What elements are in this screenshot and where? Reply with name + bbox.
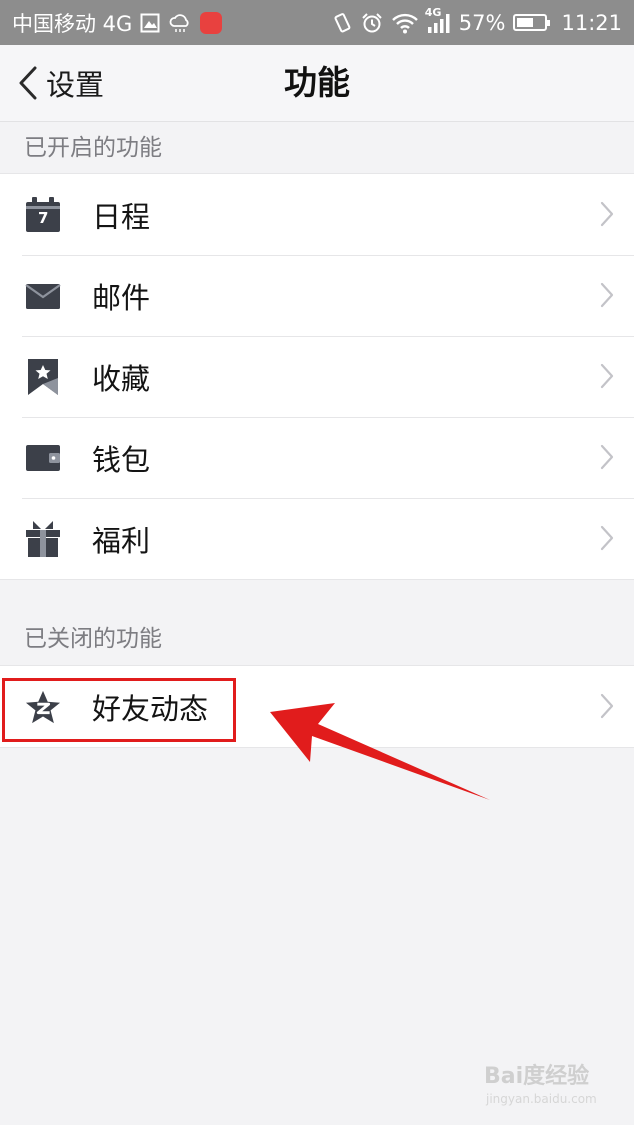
disabled-section-header: 已关闭的功能	[24, 626, 162, 652]
chevron-right-icon	[600, 444, 614, 474]
feature-row-benefits[interactable]: 福利	[0, 498, 634, 579]
network-type-label: 4G	[424, 5, 442, 19]
watermark-url: jingyan.baidu.com	[486, 1092, 597, 1106]
wallet-icon	[25, 439, 61, 477]
feature-label-friend-feed: 好友动态	[92, 691, 209, 726]
feature-row-schedule[interactable]: 7 日程	[0, 174, 634, 255]
vibrate-icon	[331, 12, 353, 34]
enabled-section-header: 已开启的功能	[24, 135, 162, 161]
carrier-label: 中国移动 4G	[12, 11, 133, 36]
mail-icon	[25, 277, 61, 315]
qzone-star-icon	[25, 688, 61, 726]
feature-row-mail[interactable]: 邮件	[0, 255, 634, 336]
navigation-bar: 设置 功能	[0, 45, 634, 122]
image-icon	[140, 13, 160, 33]
battery-icon	[513, 14, 551, 31]
watermark-logo: Bai度经验	[484, 1064, 590, 1089]
feature-row-favorites[interactable]: 收藏	[0, 336, 634, 417]
app-notification-icon	[200, 11, 223, 34]
battery-percent: 57%	[458, 10, 506, 35]
feature-row-friend-feed[interactable]: 好友动态	[0, 666, 634, 747]
feature-label-favorites: 收藏	[92, 361, 151, 396]
feature-label-schedule: 日程	[92, 199, 151, 234]
status-bar: 中国移动 4G 4G 57% 11:21	[0, 0, 634, 45]
chevron-right-icon	[600, 525, 614, 555]
clock: 11:21	[561, 10, 622, 35]
feature-label-wallet: 钱包	[92, 442, 151, 477]
weather-cloud-icon	[168, 13, 192, 33]
chevron-right-icon	[600, 282, 614, 312]
status-bar-right: 4G 57% 11:21	[331, 6, 622, 35]
back-button[interactable]: 设置	[18, 45, 104, 121]
calendar-day-label: 7	[38, 209, 49, 227]
chevron-right-icon	[600, 201, 614, 231]
signal-4g-icon: 4G	[425, 6, 451, 34]
calendar-icon: 7	[25, 196, 61, 234]
disabled-features-list: 好友动态	[0, 665, 634, 748]
feature-label-mail: 邮件	[92, 280, 151, 315]
feature-label-benefits: 福利	[92, 523, 151, 558]
chevron-right-icon	[600, 693, 614, 723]
alarm-icon	[361, 12, 383, 34]
bookmark-star-icon	[25, 358, 61, 396]
back-label: 设置	[46, 68, 105, 102]
wifi-icon	[391, 12, 419, 34]
feature-row-wallet[interactable]: 钱包	[0, 417, 634, 498]
chevron-right-icon	[600, 363, 614, 393]
status-bar-left: 中国移动 4G	[12, 8, 223, 38]
chevron-left-icon	[18, 66, 38, 100]
enabled-features-list: 7 日程 邮件 收藏 钱包 福利	[0, 173, 634, 580]
gift-icon	[25, 520, 61, 558]
